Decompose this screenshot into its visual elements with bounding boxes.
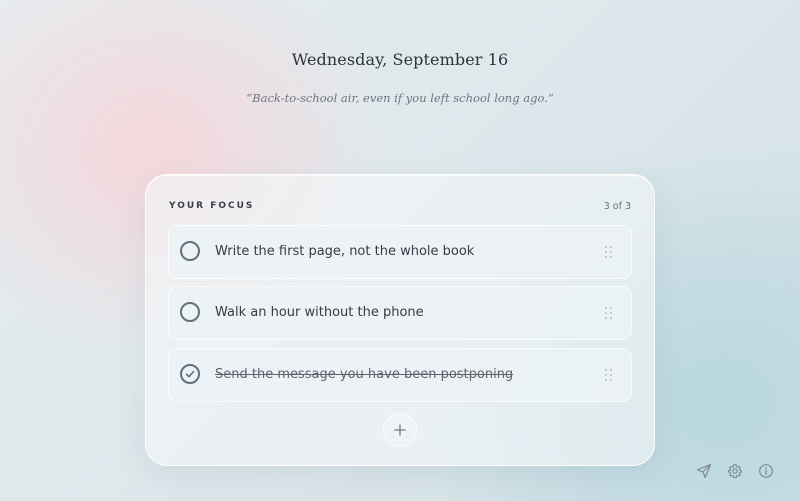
send-icon[interactable] [696,463,714,481]
footer-toolbar [696,463,776,481]
gear-icon[interactable] [727,463,745,481]
task-item-completed[interactable]: Send the message you have been postponin… [168,348,632,402]
drag-handle-icon[interactable] [605,369,613,381]
task-checkbox[interactable] [180,302,200,322]
task-item[interactable]: Write the first page, not the whole book [168,225,632,279]
task-checkbox[interactable] [180,241,200,261]
focus-card: YOUR FOCUS 3 of 3 Write the first page, … [145,174,655,466]
daily-quote: “Back-to-school air, even if you left sc… [246,91,554,105]
focus-title: YOUR FOCUS [169,201,255,211]
checkmark-icon [185,370,195,378]
task-label: Walk an hour without the phone [215,305,424,320]
info-icon[interactable] [758,463,776,481]
task-item[interactable]: Walk an hour without the phone [168,286,632,340]
focus-card-header: YOUR FOCUS 3 of 3 [169,201,631,215]
task-label: Write the first page, not the whole book [215,244,475,259]
date-heading: Wednesday, September 16 [291,50,509,69]
task-count: 3 of 3 [603,201,631,212]
plus-icon [394,424,406,436]
drag-handle-icon[interactable] [605,307,613,319]
task-checkbox-checked[interactable] [180,364,200,384]
task-label: Send the message you have been postponin… [215,367,514,382]
drag-handle-icon[interactable] [605,246,613,258]
add-task-button[interactable] [383,413,417,447]
